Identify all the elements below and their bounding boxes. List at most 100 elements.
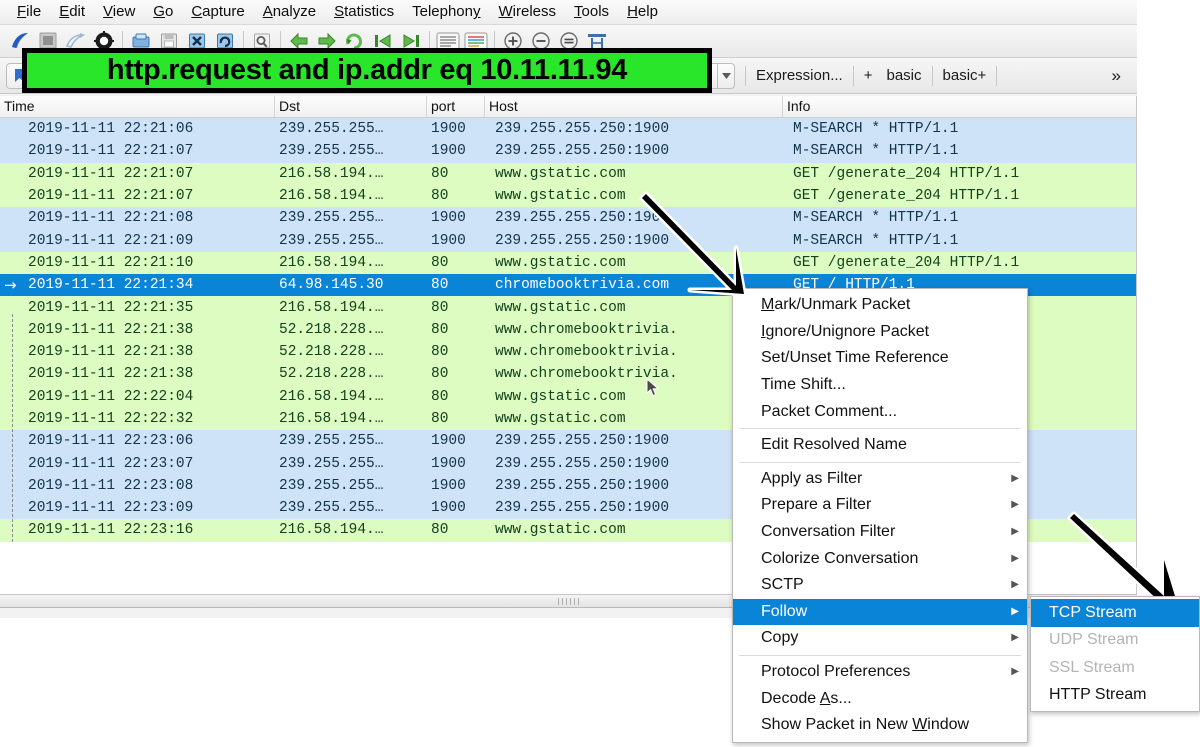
- submenu-chevron-right-icon: ▶: [1011, 607, 1019, 617]
- context-menu-item-colorize-conversation[interactable]: Colorize Conversation▶: [733, 545, 1027, 572]
- packet-cell-port: 1900: [427, 433, 485, 449]
- menu-analyze[interactable]: Analyze: [254, 0, 325, 24]
- follow-submenu-item-tcp-stream[interactable]: TCP Stream: [1031, 599, 1199, 627]
- filter-dropdown-button[interactable]: [718, 63, 735, 89]
- follow-submenu-item-udp-stream: UDP Stream: [1031, 627, 1199, 655]
- packet-cell-dst: 216.58.194.…: [275, 389, 427, 405]
- filter-button-basic-plus[interactable]: basic+: [943, 67, 987, 84]
- packet-cell-time: 2019-11-11 22:22:04: [0, 389, 275, 405]
- packet-cell-dst: 239.255.255…: [275, 143, 427, 159]
- menu-file[interactable]: File: [8, 0, 50, 24]
- context-menu-item-label: Edit Resolved Name: [761, 436, 907, 454]
- context-menu-item-packet-comment[interactable]: Packet Comment...: [733, 398, 1027, 425]
- filter-overflow-button[interactable]: »: [1112, 66, 1131, 86]
- context-menu-item-apply-as-filter[interactable]: Apply as Filter▶: [733, 466, 1027, 493]
- submenu-chevron-right-icon: ▶: [1011, 554, 1019, 564]
- packet-cell-port: 80: [427, 322, 485, 338]
- packet-cell-info: GET /generate_204 HTTP/1.1: [783, 166, 1136, 182]
- context-menu-item-label: Set/Unset Time Reference: [761, 349, 949, 367]
- packet-cell-time: 2019-11-11 22:23:09: [0, 500, 275, 516]
- packet-cell-info: M-SEARCH * HTTP/1.1: [783, 233, 1136, 249]
- context-menu-item-label: Packet Comment...: [761, 403, 897, 421]
- packet-cell-port: 80: [427, 522, 485, 538]
- column-header-host[interactable]: Host: [485, 96, 783, 117]
- menu-statistics[interactable]: Statistics: [325, 0, 403, 24]
- submenu-chevron-right-icon: ▶: [1011, 633, 1019, 643]
- column-header-port[interactable]: port: [427, 96, 485, 117]
- packet-row[interactable]: 2019-11-11 22:21:08239.255.255…1900239.2…: [0, 207, 1136, 229]
- packet-cell-dst: 239.255.255…: [275, 500, 427, 516]
- context-menu-item-edit-resolved-name[interactable]: Edit Resolved Name: [733, 432, 1027, 459]
- packet-cell-time: 2019-11-11 22:21:09: [0, 233, 275, 249]
- packet-cell-dst: 52.218.228.…: [275, 322, 427, 338]
- context-menu-item-ignore-unignore-packet[interactable]: Ignore/Unignore Packet: [733, 319, 1027, 346]
- context-menu-item-mark-unmark-packet[interactable]: Mark/Unmark Packet: [733, 292, 1027, 319]
- packet-cell-dst: 216.58.194.…: [275, 522, 427, 538]
- menu-capture[interactable]: Capture: [182, 0, 253, 24]
- context-menu-item-prepare-a-filter[interactable]: Prepare a Filter▶: [733, 492, 1027, 519]
- packet-cell-port: 80: [427, 166, 485, 182]
- menu-bar: FileEditViewGoCaptureAnalyzeStatisticsTe…: [0, 0, 1137, 25]
- menu-view[interactable]: View: [94, 0, 144, 24]
- context-menu-item-label: SCTP: [761, 576, 804, 594]
- packet-cell-time: 2019-11-11 22:21:38: [0, 366, 275, 382]
- packet-row[interactable]: 2019-11-11 22:21:10216.58.194.…80www.gst…: [0, 252, 1136, 274]
- chevron-down-icon: [722, 73, 731, 79]
- add-filter-button[interactable]: +: [864, 67, 873, 84]
- submenu-chevron-right-icon: ▶: [1011, 500, 1019, 510]
- submenu-chevron-right-icon: ▶: [1011, 580, 1019, 590]
- packet-cell-port: 1900: [427, 500, 485, 516]
- menu-edit[interactable]: Edit: [50, 0, 94, 24]
- packet-cell-port: 1900: [427, 121, 485, 137]
- packet-cell-time: 2019-11-11 22:21:38: [0, 322, 275, 338]
- packet-context-menu[interactable]: Mark/Unmark Packet Ignore/Unignore Packet…: [732, 288, 1028, 743]
- packet-row[interactable]: 2019-11-11 22:21:07216.58.194.…80www.gst…: [0, 185, 1136, 207]
- packet-cell-info: M-SEARCH * HTTP/1.1: [783, 121, 1136, 137]
- packet-row[interactable]: 2019-11-11 22:21:07216.58.194.…80www.gst…: [0, 163, 1136, 185]
- packet-cell-time: 2019-11-11 22:21:35: [0, 300, 275, 316]
- packet-cell-dst: 239.255.255…: [275, 478, 427, 494]
- filter-button-basic[interactable]: basic: [886, 67, 921, 84]
- context-menu-item-set-unset-time-reference[interactable]: Set/Unset Time Reference: [733, 345, 1027, 372]
- packet-cell-time: 2019-11-11 22:22:32: [0, 411, 275, 427]
- menu-wireless[interactable]: Wireless: [490, 0, 566, 24]
- context-menu-item-protocol-preferences[interactable]: Protocol Preferences▶: [733, 659, 1027, 686]
- packet-cell-time: 2019-11-11 22:21:06: [0, 121, 275, 137]
- context-menu-item-label: Decode As...: [761, 690, 852, 708]
- column-header-dst[interactable]: Dst: [275, 96, 427, 117]
- submenu-chevron-right-icon: ▶: [1011, 527, 1019, 537]
- context-menu-separator: [739, 428, 1021, 429]
- context-menu-separator: [739, 462, 1021, 463]
- packet-row[interactable]: 2019-11-11 22:21:07239.255.255…1900239.2…: [0, 140, 1136, 162]
- packet-cell-time: 2019-11-11 22:21:38: [0, 344, 275, 360]
- context-menu-item-copy[interactable]: Copy▶: [733, 625, 1027, 652]
- packet-cell-port: 1900: [427, 456, 485, 472]
- packet-cell-dst: 239.255.255…: [275, 433, 427, 449]
- context-menu-separator: [739, 655, 1021, 656]
- packet-row[interactable]: 2019-11-11 22:21:06239.255.255…1900239.2…: [0, 118, 1136, 140]
- context-menu-item-label: Ignore/Unignore Packet: [761, 323, 929, 341]
- packet-cell-info: GET /generate_204 HTTP/1.1: [783, 255, 1136, 271]
- menu-go[interactable]: Go: [144, 0, 182, 24]
- packet-cell-host: 239.255.255.250:1900: [485, 233, 783, 249]
- column-header-time[interactable]: Time: [0, 96, 275, 117]
- context-menu-item-label: Follow: [761, 603, 807, 621]
- context-menu-item-conversation-filter[interactable]: Conversation Filter▶: [733, 519, 1027, 546]
- splitter-grip[interactable]: [558, 598, 580, 605]
- follow-submenu-item-http-stream[interactable]: HTTP Stream: [1031, 682, 1199, 710]
- filter-expression-button[interactable]: Expression...: [756, 67, 843, 84]
- packet-cell-port: 1900: [427, 143, 485, 159]
- context-menu-item-time-shift[interactable]: Time Shift...: [733, 372, 1027, 399]
- packet-row[interactable]: 2019-11-11 22:21:09239.255.255…1900239.2…: [0, 229, 1136, 251]
- menu-help[interactable]: Help: [618, 0, 667, 24]
- column-header-info[interactable]: Info: [783, 96, 1136, 117]
- menu-telephony[interactable]: Telephony: [403, 0, 489, 24]
- context-menu-item-decode-as[interactable]: Decode As...: [733, 685, 1027, 712]
- follow-submenu[interactable]: TCP StreamUDP StreamSSL StreamHTTP Strea…: [1030, 596, 1200, 712]
- context-menu-item-follow[interactable]: Follow ▶: [733, 599, 1027, 626]
- follow-submenu-item-ssl-stream: SSL Stream: [1031, 654, 1199, 682]
- context-menu-item-label: Apply as Filter: [761, 470, 862, 488]
- context-menu-item-sctp[interactable]: SCTP ▶: [733, 572, 1027, 599]
- menu-tools[interactable]: Tools: [565, 0, 618, 24]
- context-menu-item-show-packet-in-new-window[interactable]: Show Packet in New Window: [733, 712, 1027, 739]
